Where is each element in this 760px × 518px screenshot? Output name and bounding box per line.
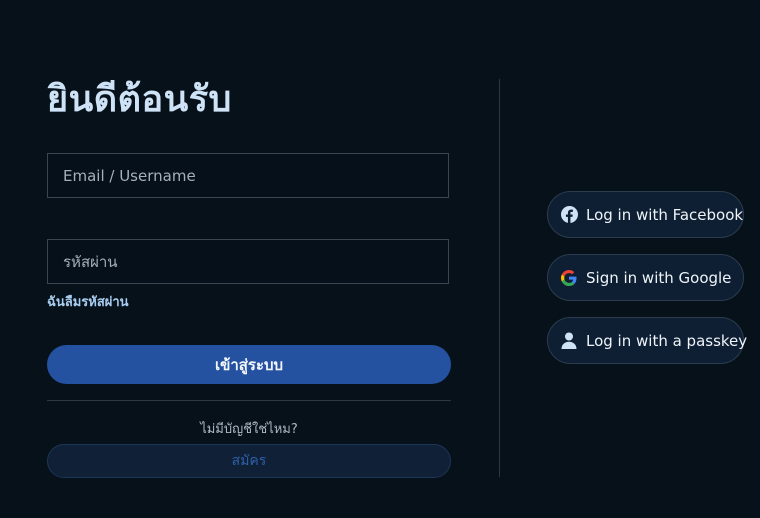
password-field[interactable] — [48, 240, 448, 283]
facebook-icon — [560, 206, 578, 224]
google-signin-button[interactable]: Sign in with Google — [547, 254, 744, 301]
vertical-divider — [499, 79, 500, 477]
page-title: ยินดีต้อนรับ — [47, 79, 232, 120]
google-signin-label: Sign in with Google — [586, 268, 732, 287]
login-button[interactable]: เข้าสู่ระบบ — [47, 345, 451, 384]
passkey-login-button[interactable]: Log in with a passkey — [547, 317, 748, 364]
user-icon — [560, 332, 578, 350]
signup-button[interactable]: สมัคร — [47, 444, 451, 478]
facebook-login-button[interactable]: Log in with Facebook — [547, 191, 744, 238]
passkey-login-label: Log in with a passkey — [586, 331, 748, 350]
no-account-text: ไม่มีบัญชีใช่ไหม? — [200, 422, 298, 437]
facebook-login-label: Log in with Facebook — [586, 205, 744, 224]
google-icon — [560, 269, 578, 287]
forgot-password-link[interactable]: ฉันลืมรหัสผ่าน — [47, 291, 129, 312]
email-field-wrapper — [47, 153, 449, 198]
horizontal-divider — [47, 400, 451, 401]
email-field[interactable] — [48, 154, 448, 197]
password-field-wrapper — [47, 239, 449, 284]
